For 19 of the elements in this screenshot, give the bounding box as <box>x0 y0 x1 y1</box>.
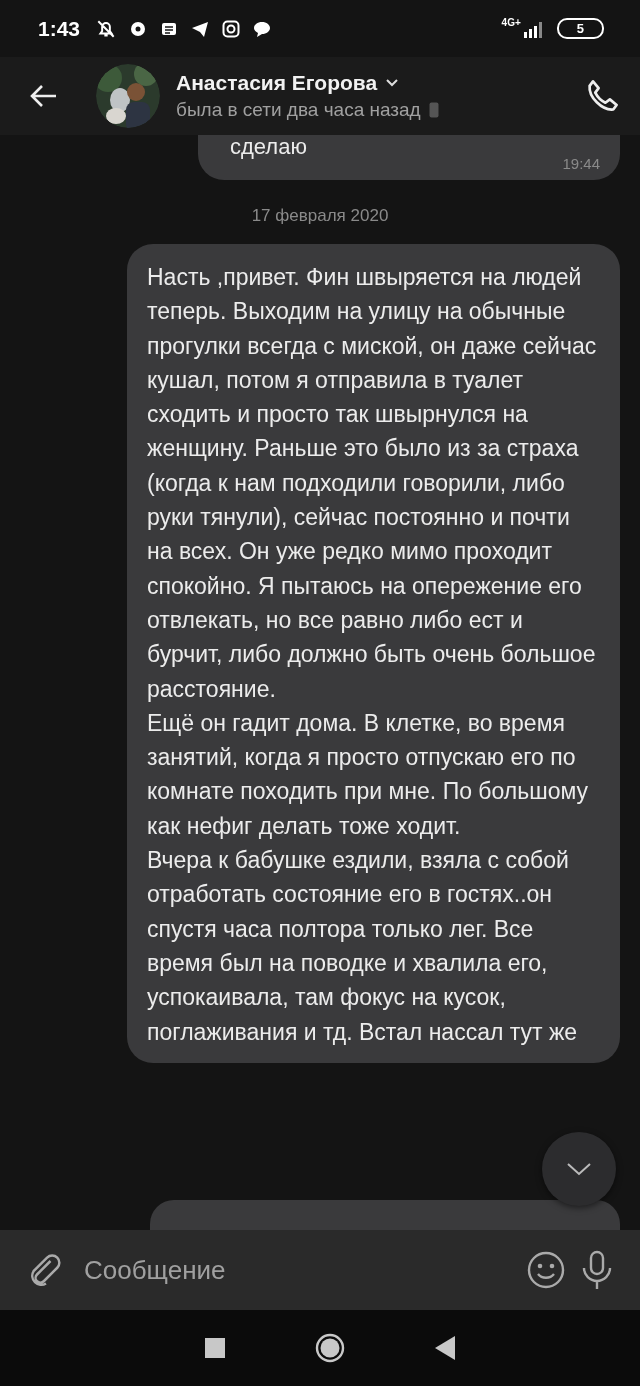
phone-icon <box>428 102 439 118</box>
status-time: 1:43 <box>38 16 81 41</box>
contact-name[interactable]: Анастасия Егорова <box>176 71 378 95</box>
home-icon[interactable] <box>315 1333 345 1363</box>
camera-icon <box>221 18 242 39</box>
last-seen-status: была в сети два часа назад <box>176 99 421 121</box>
message-time: 19:44 <box>562 155 600 172</box>
network-type: 4G+ <box>501 17 521 28</box>
battery-level: 5 <box>556 18 604 39</box>
chevron-down-icon[interactable] <box>385 78 400 88</box>
attach-icon[interactable] <box>28 1252 64 1288</box>
message-text: Насть ,привет. Фин швыряется на людей теперь. Выходим на улицу на обычные прогулки всегда с миской, он даже сейчас кушал, потом я отправила в туалет сходить и просто так швырнулся на женщину. Раньше это было из за страха (когда к нам подходили говорили, либо руки тянули), сейчас постоянно и почти на всех. Он уже редко мимо проходит спокойно. Я пытаюсь на опережение его отвлекать, но все равно либо ест и бурчит, либо должно быть очень большое расстояние. Ещё он гадит дома. В клетке, во время занятий, когда я просто отпускаю его по комнате походить при мне. По большому как нефиг делать тоже ходит. Вчера к бабушке ездили, взяла с собой отработать состояние его в гостях..он спустя часа полтора только лег. Все время был на поводке и хвалила его, успокаивала, там фокус на кусок, поглаживания и тд. Встал нассал тут же <box>147 263 598 1047</box>
microphone-icon[interactable] <box>580 1250 614 1290</box>
back-nav-icon[interactable] <box>435 1336 455 1360</box>
date-separator: 17 февраля 2020 <box>251 206 389 226</box>
message-text: сделаю <box>230 135 308 159</box>
message-input[interactable]: Сообщение <box>78 1246 512 1294</box>
message-composer[interactable]: Сообщение <box>0 1230 640 1310</box>
emoji-icon[interactable] <box>526 1250 566 1290</box>
